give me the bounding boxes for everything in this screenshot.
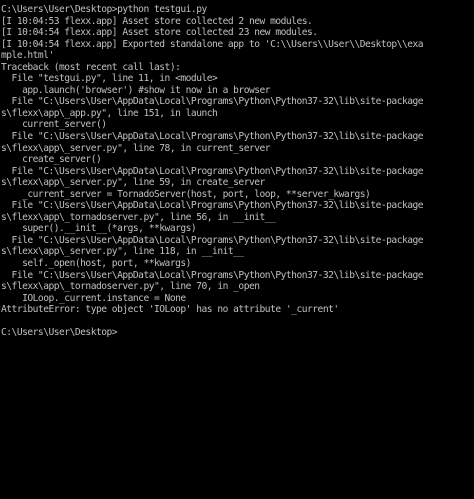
traceback-source: super().__init__(*args, **kwargs) <box>1 223 197 235</box>
traceback-frame: File "testgui.py", line 11, in <module> <box>1 73 218 85</box>
log-line: [I 10:04:53 flexx.app] Asset store colle… <box>1 15 313 27</box>
traceback-source: IOLoop._current.instance = None <box>1 292 186 304</box>
traceback-source: self._open(host, port, **kwargs) <box>1 258 191 270</box>
traceback-frame-continuation: s\flexx\app\_app.py", line 151, in launc… <box>1 107 218 119</box>
prompt-line[interactable]: C:\Users\User\Desktop> <box>1 327 474 339</box>
traceback-source: app.launch('browser') #show it now in a … <box>1 84 271 96</box>
log-line: [I 10:04:54 flexx.app] Exported standalo… <box>1 38 424 50</box>
traceback-frame: File "C:\Users\User\AppData\Local\Progra… <box>1 234 424 246</box>
traceback-frame: File "C:\Users\User\AppData\Local\Progra… <box>1 200 424 212</box>
traceback-frame: File "C:\Users\User\AppData\Local\Progra… <box>1 131 424 143</box>
traceback-frame-continuation: s\flexx\app\_server.py", line 59, in cre… <box>1 177 265 189</box>
traceback-frame-continuation: s\flexx\app\_tornadoserver.py", line 70,… <box>1 281 260 293</box>
traceback-source: current_server() <box>1 119 107 131</box>
traceback-frame-continuation: s\flexx\app\_server.py", line 118, in __… <box>1 246 244 258</box>
traceback-source: _current_server = TornadoServer(host, po… <box>1 188 371 200</box>
prompt-command-line: C:\Users\User\Desktop>python testgui.py <box>1 4 207 15</box>
traceback-frame-continuation: s\flexx\app\_tornadoserver.py", line 56,… <box>1 211 276 223</box>
traceback-frame: File "C:\Users\User\AppData\Local\Progra… <box>1 165 424 177</box>
console-window[interactable]: C:\Users\User\Desktop>python testgui.py … <box>0 0 474 499</box>
error-message: AttributeError: type object 'IOLoop' has… <box>1 304 339 316</box>
traceback-source: create_server() <box>1 154 102 166</box>
traceback-frame: File "C:\Users\User\AppData\Local\Progra… <box>1 269 424 281</box>
traceback-header: Traceback (most recent call last): <box>1 61 181 73</box>
log-line: [I 10:04:54 flexx.app] Asset store colle… <box>1 27 318 39</box>
console-output: C:\Users\User\Desktop>python testgui.py … <box>1 4 474 339</box>
traceback-frame: File "C:\Users\User\AppData\Local\Progra… <box>1 96 424 108</box>
log-line-continuation: mple.html' <box>1 50 54 62</box>
traceback-frame-continuation: s\flexx\app\_server.py", line 78, in cur… <box>1 142 271 154</box>
